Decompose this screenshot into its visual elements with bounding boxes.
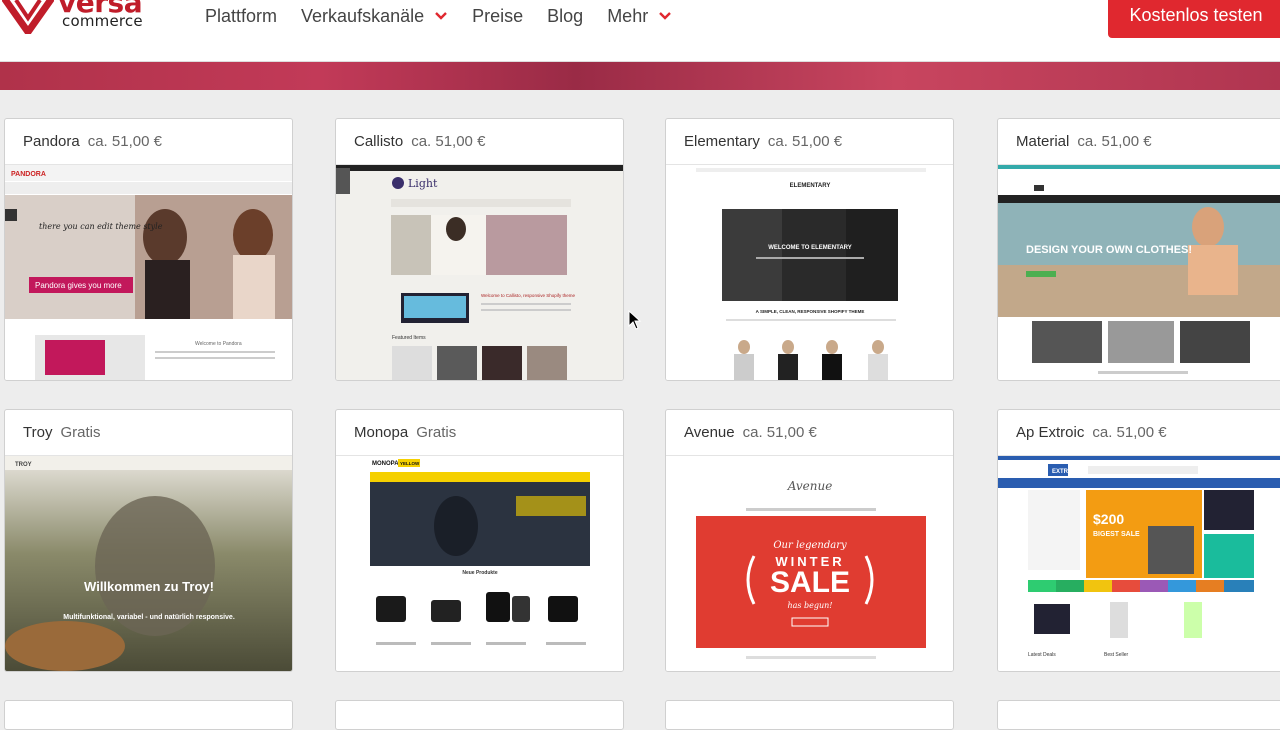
avenue-promo-top: Our legendary — [773, 540, 847, 551]
extroic-best-seller: Best Seller — [1104, 652, 1129, 658]
troy-subtitle: Multifunktional, variabel - und natürlic… — [63, 614, 235, 621]
theme-card-header: Avenue ca. 51,00 € — [666, 410, 953, 456]
nav-mehr[interactable]: Mehr — [607, 6, 672, 27]
logo-mark-icon — [2, 0, 54, 34]
theme-card-header: Callisto ca. 51,00 € — [336, 119, 623, 165]
theme-price: Gratis — [60, 424, 101, 441]
theme-preview-pandora: PANDORA Pandora gives you more there you… — [5, 165, 292, 380]
nav-preise[interactable]: Preise — [472, 6, 523, 27]
theme-name: Material — [1016, 133, 1070, 150]
site-header: versa commerce Plattform Verkaufskanäle … — [0, 0, 1280, 62]
theme-card-ap-extroic[interactable]: Ap Extroic ca. 51,00 € EXTROIC $200 BIGE… — [997, 409, 1280, 672]
callisto-brand: Light — [408, 177, 438, 190]
theme-preview-callisto: Light Welcome to Callisto, responsive Sh… — [336, 165, 623, 380]
chevron-down-icon — [659, 12, 672, 20]
chevron-down-icon — [435, 12, 447, 20]
theme-card-header: Troy Gratis — [5, 410, 292, 456]
theme-preview-avenue: Avenue Our legendary WINTER SALE has beg… — [666, 456, 953, 671]
monopa-badge: YELLOW — [400, 461, 420, 466]
extroic-promo-label: BIGEST SALE — [1093, 531, 1140, 538]
monopa-brand: MONOPA — [372, 461, 399, 467]
free-trial-button[interactable]: Kostenlos testen — [1108, 0, 1280, 38]
theme-preview-elementary: ELEMENTARY WELCOME TO ELEMENTARY A SIMPL… — [666, 165, 953, 380]
avenue-promo-bottom: has begun! — [787, 601, 832, 610]
extroic-brand: EXTROIC — [1052, 469, 1079, 475]
avenue-brand: Avenue — [787, 479, 833, 493]
theme-card-monopa[interactable]: Monopa Gratis MONOPA YELLOW Neue Produkt… — [335, 409, 624, 672]
theme-card-pandora[interactable]: Pandora ca. 51,00 € PANDORA Pandora give… — [4, 118, 293, 381]
theme-price: ca. 51,00 € — [87, 133, 162, 150]
theme-card-header: Material ca. 51,00 € — [998, 119, 1280, 165]
nav-label: Mehr — [607, 5, 649, 26]
theme-card-partial[interactable] — [335, 700, 624, 730]
hero-banner-strip — [0, 62, 1280, 90]
monopa-section: Neue Produkte — [462, 570, 498, 576]
extroic-promo-price: $200 — [1093, 511, 1124, 527]
theme-price: ca. 51,00 € — [1077, 133, 1152, 150]
elementary-welcome: WELCOME TO ELEMENTARY — [768, 245, 852, 251]
theme-card-partial[interactable] — [665, 700, 954, 730]
theme-card-partial[interactable] — [4, 700, 293, 730]
troy-headline: Willkommen zu Troy! — [84, 579, 214, 594]
theme-name: Monopa — [354, 424, 409, 441]
elementary-subtitle: A SIMPLE, CLEAN, RESPONSIVE SHOPIFY THEM… — [756, 309, 865, 314]
theme-name: Ap Extroic — [1016, 424, 1085, 441]
theme-price: ca. 51,00 € — [411, 133, 486, 150]
nav-label: Blog — [547, 5, 584, 26]
theme-card-header: Monopa Gratis — [336, 410, 623, 456]
theme-name: Elementary — [684, 133, 760, 150]
pandora-headline: Pandora gives you more — [35, 281, 122, 290]
pandora-welcome: Welcome to Pandora — [195, 341, 242, 347]
extroic-latest-deals: Latest Deals — [1028, 652, 1056, 658]
nav-verkaufskanaele[interactable]: Verkaufskanäle — [301, 6, 448, 27]
nav-label: Preise — [472, 5, 524, 26]
theme-preview-material: DESIGN YOUR OWN CLOTHES! — [998, 165, 1280, 380]
theme-card-material[interactable]: Material ca. 51,00 € DESIGN YOUR OWN CLO… — [997, 118, 1280, 381]
theme-name: Pandora — [23, 133, 80, 150]
avenue-promo-word2: SALE — [770, 566, 850, 599]
theme-price: ca. 51,00 € — [742, 424, 817, 441]
versa-commerce-logo[interactable]: versa commerce — [0, 0, 150, 38]
theme-card-elementary[interactable]: Elementary ca. 51,00 € ELEMENTARY WELCOM… — [665, 118, 954, 381]
troy-brand: TROY — [15, 462, 32, 468]
theme-preview-monopa: MONOPA YELLOW Neue Produkte — [336, 456, 623, 671]
theme-price: ca. 51,00 € — [767, 133, 843, 150]
theme-name: Avenue — [684, 424, 735, 441]
callisto-section: Featured Items — [392, 335, 426, 341]
theme-preview-ap-extroic: EXTROIC $200 BIGEST SALE Latest Deals Be… — [998, 456, 1280, 671]
mouse-cursor-icon — [628, 310, 642, 330]
theme-card-header: Elementary ca. 51,00 € — [666, 119, 953, 165]
theme-card-header: Ap Extroic ca. 51,00 € — [998, 410, 1280, 456]
main-nav: Plattform Verkaufskanäle Preise Blog Meh… — [205, 4, 696, 28]
theme-name: Callisto — [354, 133, 404, 150]
elementary-brand: ELEMENTARY — [790, 183, 831, 189]
theme-name: Troy — [23, 424, 53, 441]
nav-label: Verkaufskanäle — [301, 5, 425, 26]
theme-card-avenue[interactable]: Avenue ca. 51,00 € Avenue Our legendary … — [665, 409, 954, 672]
theme-card-callisto[interactable]: Callisto ca. 51,00 € Light Welcome to Ca… — [335, 118, 624, 381]
nav-plattform[interactable]: Plattform — [205, 6, 277, 27]
svg-text:PANDORA: PANDORA — [11, 171, 46, 178]
theme-card-partial[interactable] — [997, 700, 1280, 730]
theme-card-header: Pandora ca. 51,00 € — [5, 119, 292, 165]
callisto-welcome: Welcome to Callisto, responsive Shopify … — [481, 293, 575, 298]
theme-price: ca. 51,00 € — [1092, 424, 1167, 441]
nav-blog[interactable]: Blog — [547, 6, 583, 27]
material-headline: DESIGN YOUR OWN CLOTHES! — [1026, 244, 1192, 256]
nav-label: Plattform — [205, 5, 278, 26]
theme-preview-troy: TROY Willkommen zu Troy! Multifunktional… — [5, 456, 292, 671]
theme-card-troy[interactable]: Troy Gratis TROY Willkommen zu Troy! Mul… — [4, 409, 293, 672]
logo-subtext: commerce — [62, 12, 143, 30]
theme-price: Gratis — [416, 424, 457, 441]
pandora-tagline: there you can edit theme style — [39, 222, 163, 231]
